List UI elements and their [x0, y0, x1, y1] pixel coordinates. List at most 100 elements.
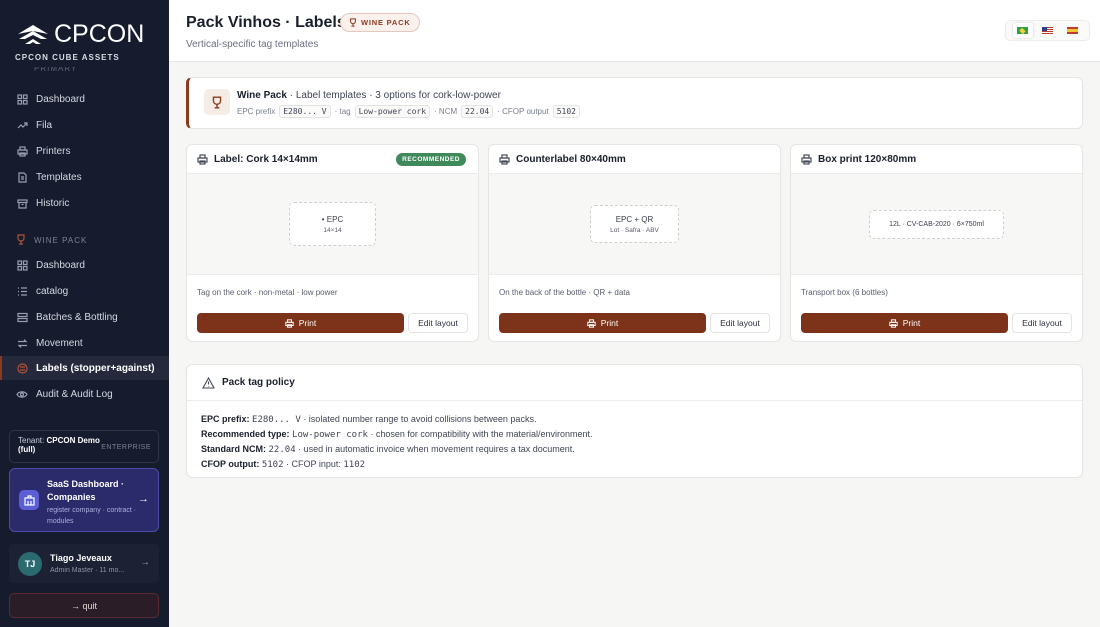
ncm-value: 22.04 [461, 105, 494, 118]
cpcon-logo-icon [18, 24, 48, 44]
sidebar-item-catalog[interactable]: catalog [0, 279, 169, 303]
section-label-primary: PRIMARY [34, 67, 78, 73]
print-button[interactable]: Print [499, 313, 706, 333]
layers-icon [16, 311, 28, 323]
print-button[interactable]: Print [801, 313, 1008, 333]
wine-glass-icon [204, 89, 230, 115]
card-header: Label: Cork 14×14mm RECOMMENDED [187, 145, 478, 174]
user-name: Tiago Jeveaux [50, 553, 112, 563]
edit-layout-button[interactable]: Edit layout [710, 313, 770, 333]
tag-label: · tag [334, 107, 351, 116]
tag-icon [16, 362, 28, 374]
tag-preview-line2: Lot · Safra · ABV [610, 226, 659, 234]
tag-preview: • EPC 14×14 [289, 202, 376, 246]
tag-preview-line1: 12L · CV-CAB-2020 · 6×750ml [889, 220, 984, 228]
brand-subtitle: CPCON CUBE ASSETS [15, 53, 120, 62]
epc-label: EPC prefix [237, 107, 276, 116]
archive-icon [16, 197, 28, 209]
tenant-name: CPCON Demo [46, 436, 100, 445]
building-icon [19, 490, 39, 510]
card-description: Tag on the cork · non-metal · low power [197, 288, 338, 297]
tag-preview-line1: EPC + QR [615, 214, 654, 224]
sidebar-item-templates[interactable]: Templates [0, 165, 169, 189]
sidebar-item-wine-dashboard[interactable]: Dashboard [0, 253, 169, 277]
policy-body: EPC prefix: E280... V · isolated number … [187, 401, 1082, 483]
tenant-suffix: (full) [18, 445, 36, 454]
swap-icon [16, 337, 28, 349]
tag-preview-line2: 14×14 [323, 226, 342, 234]
print-button[interactable]: Print [197, 313, 404, 333]
wine-glass-icon [16, 234, 26, 247]
sidebar-item-label: Historic [36, 197, 70, 209]
tenant-prefix: Tenant: [18, 436, 45, 445]
sidebar-item-label: Audit & Audit Log [36, 388, 113, 400]
sidebar-item-label: Printers [36, 145, 71, 157]
avatar: TJ [18, 552, 42, 576]
info-meta-line: EPC prefix E280... V · tag Low-power cor… [237, 105, 580, 118]
sidebar-item-label: Fila [36, 119, 53, 131]
flag-brazil-icon[interactable] [1012, 23, 1033, 38]
printer-icon [16, 145, 28, 157]
wine-glass-icon [350, 18, 356, 27]
sidebar-item-dashboard[interactable]: Dashboard [0, 87, 169, 111]
sidebar-item-fila[interactable]: Fila [0, 113, 169, 137]
recommended-badge: RECOMMENDED [396, 153, 466, 166]
policy-line-epc: EPC prefix: E280... V · isolated number … [201, 414, 537, 425]
section-label-wine-pack: WINE PACK [16, 234, 87, 247]
warning-icon [202, 376, 215, 389]
cfop-value: 5102 [552, 105, 580, 118]
arrow-right-icon: → [138, 493, 149, 505]
flag-spain-icon[interactable] [1063, 23, 1083, 38]
tenant-plan-badge: ENTERPRISE [101, 444, 151, 451]
info-title-line: Wine Pack · Label templates · 3 options … [237, 90, 501, 101]
sidebar-item-labels[interactable]: Labels (stopper+against) [0, 356, 169, 380]
eye-icon [16, 388, 28, 400]
policy-line-type: Recommended type: Low-power cork · chose… [201, 429, 593, 440]
flag-usa-icon[interactable] [1038, 23, 1058, 38]
arrow-right-icon: → [140, 557, 150, 568]
sidebar: CPCON CPCON CUBE ASSETS PRIMARY Dashboar… [0, 0, 169, 627]
sidebar-item-label: Dashboard [36, 93, 85, 105]
file-icon [16, 171, 28, 183]
card-header: Box print 120×80mm [791, 145, 1082, 174]
label-card-cork: Label: Cork 14×14mm RECOMMENDED • EPC 14… [186, 144, 479, 342]
trend-icon [16, 119, 28, 131]
sidebar-item-label: Labels (stopper+against) [36, 362, 155, 374]
printer-icon [801, 153, 812, 165]
sidebar-item-label: Dashboard [36, 259, 85, 271]
label-card-counterlabel: Counterlabel 80×40mm EPC + QR Lot · Safr… [488, 144, 781, 342]
sidebar-item-printers[interactable]: Printers [0, 139, 169, 163]
card-description: On the back of the bottle · QR + data [499, 288, 630, 297]
tenant-selector[interactable]: Tenant: CPCON Demo (full) ENTERPRISE [9, 430, 159, 463]
policy-title: Pack tag policy [222, 377, 295, 388]
sidebar-item-label: Movement [36, 337, 83, 349]
page-header: Pack Vinhos · Labels WINE PACK Vertical-… [169, 0, 1100, 62]
printer-icon [889, 318, 898, 328]
sidebar-item-movement[interactable]: Movement [0, 331, 169, 355]
edit-layout-button[interactable]: Edit layout [1012, 313, 1072, 333]
tag-value: Low-power cork [354, 105, 431, 118]
label-preview: 12L · CV-CAB-2020 · 6×750ml [791, 174, 1082, 275]
info-text: · Label templates · 3 options for cork-l… [286, 90, 501, 101]
printer-icon [587, 318, 596, 328]
sidebar-item-batches[interactable]: Batches & Bottling [0, 305, 169, 329]
sidebar-item-historic[interactable]: Historic [0, 191, 169, 215]
quit-button[interactable]: → quit [9, 593, 159, 618]
sidebar-item-audit[interactable]: Audit & Audit Log [0, 382, 169, 406]
card-description: Transport box (6 bottles) [801, 288, 888, 297]
saas-title: SaaS Dashboard · Companies [47, 479, 125, 502]
printer-icon [499, 153, 510, 165]
info-title: Wine Pack [237, 90, 287, 101]
saas-dashboard-card[interactable]: SaaS Dashboard · Companies register comp… [9, 468, 159, 532]
cfop-label: · CFOP output [497, 107, 549, 116]
printer-icon [197, 153, 208, 165]
card-title: Label: Cork 14×14mm [214, 153, 318, 165]
tag-preview: EPC + QR Lot · Safra · ABV [590, 205, 679, 243]
printer-icon [285, 318, 294, 328]
sidebar-item-label: Templates [36, 171, 82, 183]
user-profile[interactable]: TJ Tiago Jeveaux Admin Master · 11 mo...… [9, 544, 159, 583]
edit-layout-button[interactable]: Edit layout [408, 313, 468, 333]
saas-subtitle: register company · contract · modules [47, 507, 137, 525]
list-icon [16, 285, 28, 297]
logo[interactable]: CPCON [16, 20, 144, 49]
